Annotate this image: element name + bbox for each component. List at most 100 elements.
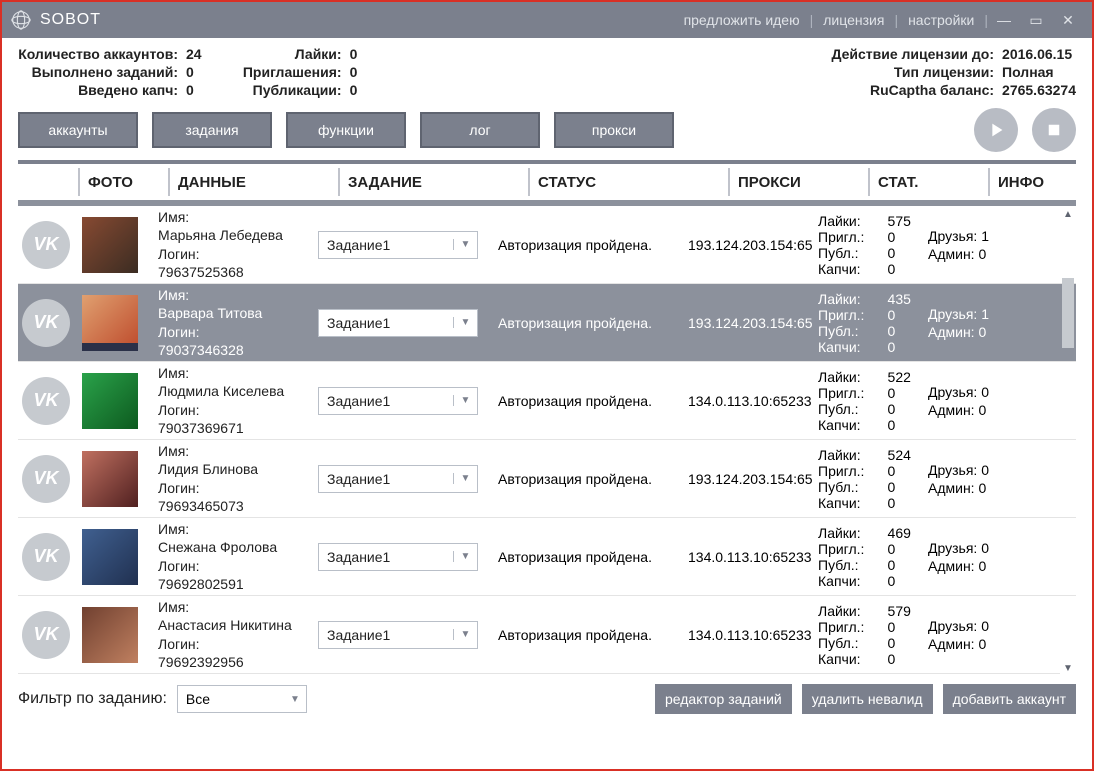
row-friends-label: Друзья: (928, 618, 977, 634)
col-header-proxy[interactable]: ПРОКСИ (738, 174, 868, 191)
row-friends-value: 1 (981, 306, 989, 322)
table-row[interactable]: VK Имя: Лидия Блинова Логин: 79693465073… (18, 440, 1076, 518)
row-likes-label: Лайки: (818, 603, 882, 619)
row-admin-label: Админ: (928, 480, 975, 496)
posts-label: Публикации: (232, 82, 342, 98)
table-row[interactable]: VK Имя: Снежана Фролова Логин: 796928025… (18, 518, 1076, 596)
row-admin-value: 0 (978, 480, 986, 496)
task-select[interactable]: Задание1 ▼ (318, 465, 478, 493)
task-select[interactable]: Задание1 ▼ (318, 387, 478, 415)
tab-accounts[interactable]: аккаунты (18, 112, 138, 148)
name-value: Лидия Блинова (158, 460, 318, 478)
login-value: 79692802591 (158, 575, 318, 593)
row-invites-value: 0 (888, 385, 928, 401)
row-invites-label: Пригл.: (818, 307, 882, 323)
table-row[interactable]: VK Имя: Марьяна Лебедева Логин: 79637525… (18, 206, 1076, 284)
login-value: 79037346328 (158, 341, 318, 359)
row-posts-value: 0 (888, 245, 928, 261)
filter-select[interactable]: Все ▼ (177, 685, 307, 713)
task-select[interactable]: Задание1 ▼ (318, 543, 478, 571)
header-link-license[interactable]: лицензия (813, 12, 894, 28)
tab-functions[interactable]: функции (286, 112, 406, 148)
add-account-button[interactable]: добавить аккаунт (943, 684, 1076, 714)
row-likes-value: 575 (888, 213, 928, 229)
row-invites-value: 0 (888, 307, 928, 323)
row-invites-label: Пригл.: (818, 619, 882, 635)
row-admin-label: Админ: (928, 324, 975, 340)
login-value: 79693465073 (158, 497, 318, 515)
window-close-button[interactable]: ✕ (1052, 12, 1084, 29)
name-label: Имя: (158, 364, 318, 382)
chevron-down-icon: ▼ (284, 694, 306, 705)
name-value: Марьяна Лебедева (158, 226, 318, 244)
tab-tasks[interactable]: задания (152, 112, 272, 148)
name-label: Имя: (158, 520, 318, 538)
vk-icon: VK (22, 611, 70, 659)
window-maximize-button[interactable]: ▭ (1020, 12, 1052, 29)
accounts-count-label: Количество аккаунтов: (18, 46, 178, 62)
table-row[interactable]: VK Имя: Анастасия Никитина Логин: 796923… (18, 596, 1076, 674)
avatar (82, 607, 138, 663)
col-header-data[interactable]: ДАННЫЕ (178, 174, 338, 191)
col-header-photo[interactable]: ФОТО (88, 174, 168, 191)
row-invites-value: 0 (888, 463, 928, 479)
posts-value: 0 (350, 82, 358, 98)
row-invites-label: Пригл.: (818, 229, 882, 245)
table-row[interactable]: VK Имя: Людмила Киселева Логин: 79037369… (18, 362, 1076, 440)
window-minimize-button[interactable]: — (988, 12, 1020, 28)
license-until-value: 2016.06.15 (1002, 46, 1072, 62)
task-select[interactable]: Задание1 ▼ (318, 231, 478, 259)
table-row[interactable]: VK Имя: Варвара Титова Логин: 7903734632… (18, 284, 1076, 362)
col-header-info[interactable]: ИНФО (998, 174, 1076, 191)
license-type-value: Полная (1002, 64, 1054, 80)
row-admin-label: Админ: (928, 636, 975, 652)
col-header-stat[interactable]: СТАТ. (878, 174, 988, 191)
scroll-down-button[interactable]: ▼ (1060, 660, 1076, 676)
tab-proxy[interactable]: прокси (554, 112, 674, 148)
row-invites-value: 0 (888, 229, 928, 245)
task-select-value: Задание1 (319, 393, 453, 409)
vk-icon: VK (22, 455, 70, 503)
likes-label: Лайки: (232, 46, 342, 62)
row-captchas-label: Капчи: (818, 651, 882, 667)
col-header-task[interactable]: ЗАДАНИЕ (348, 174, 528, 191)
content-area: ФОТО ДАННЫЕ ЗАДАНИЕ СТАТУС ПРОКСИ СТАТ. … (18, 160, 1076, 676)
row-captchas-label: Капчи: (818, 495, 882, 511)
start-button[interactable] (974, 108, 1018, 152)
task-select[interactable]: Задание1 ▼ (318, 621, 478, 649)
task-editor-button[interactable]: редактор заданий (655, 684, 792, 714)
row-captchas-value: 0 (888, 339, 928, 355)
tab-log[interactable]: лог (420, 112, 540, 148)
remove-invalid-button[interactable]: удалить невалид (802, 684, 933, 714)
name-value: Снежана Фролова (158, 538, 318, 556)
login-label: Логин: (158, 323, 318, 341)
row-captchas-label: Капчи: (818, 339, 882, 355)
row-likes-label: Лайки: (818, 447, 882, 463)
row-likes-label: Лайки: (818, 291, 882, 307)
row-captchas-label: Капчи: (818, 261, 882, 277)
accounts-count-value: 24 (186, 46, 202, 62)
row-friends-value: 1 (981, 228, 989, 244)
row-friends-value: 0 (981, 462, 989, 478)
task-select[interactable]: Задание1 ▼ (318, 309, 478, 337)
row-captchas-label: Капчи: (818, 573, 882, 589)
header-link-suggest[interactable]: предложить идею (674, 12, 810, 28)
col-header-status[interactable]: СТАТУС (538, 174, 728, 191)
scrollbar-thumb[interactable] (1062, 278, 1074, 348)
avatar (82, 529, 138, 585)
header-link-settings[interactable]: настройки (898, 12, 984, 28)
scroll-up-button[interactable]: ▲ (1060, 206, 1076, 222)
login-label: Логин: (158, 479, 318, 497)
row-admin-value: 0 (978, 402, 986, 418)
row-friends-label: Друзья: (928, 462, 977, 478)
task-select-value: Задание1 (319, 315, 453, 331)
row-posts-value: 0 (888, 323, 928, 339)
avatar (82, 217, 138, 273)
row-likes-label: Лайки: (818, 369, 882, 385)
app-title: SOBOT (40, 11, 101, 29)
row-friends-label: Друзья: (928, 306, 977, 322)
row-posts-value: 0 (888, 635, 928, 651)
row-likes-value: 524 (888, 447, 928, 463)
stop-button[interactable] (1032, 108, 1076, 152)
tasks-done-label: Выполнено заданий: (18, 64, 178, 80)
